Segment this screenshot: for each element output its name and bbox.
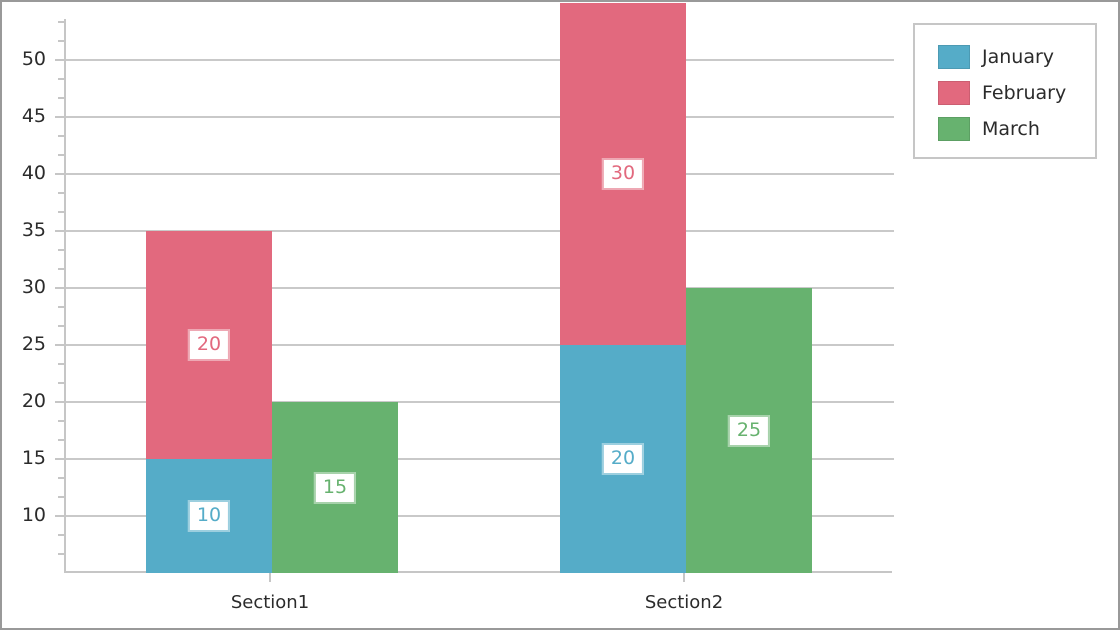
y-axis-tick-minor — [58, 534, 64, 536]
y-axis-tick-minor — [58, 439, 64, 441]
y-axis-tick-major — [55, 173, 64, 176]
legend-item-january[interactable]: January — [938, 43, 1054, 71]
y-axis-tick-minor — [58, 192, 64, 195]
y-axis-tick-major — [55, 59, 64, 62]
y-axis-tick-major — [55, 116, 64, 119]
y-axis-tick-major — [55, 230, 64, 233]
x-axis-tick-label: Section1 — [230, 592, 310, 613]
y-axis-tick-label: 35 — [21, 219, 46, 242]
y-axis-tick-minor — [58, 78, 64, 81]
y-axis-tick-minor — [58, 553, 64, 555]
y-axis-tick-label: 25 — [21, 333, 46, 356]
bar-data-label: 10 — [187, 500, 231, 532]
y-axis-tick-label: 15 — [21, 447, 46, 469]
y-axis-tick-label: 30 — [21, 276, 46, 299]
y-axis-tick-minor — [58, 97, 64, 100]
legend-swatch-icon — [938, 117, 970, 141]
y-axis-tick-label: 45 — [21, 105, 46, 128]
bar-data-label: 20 — [187, 329, 231, 362]
y-axis-tick-minor — [58, 154, 64, 157]
y-axis-tick-label: 40 — [21, 162, 46, 185]
y-axis-tick-minor — [58, 268, 64, 271]
y-axis-tick-label: 20 — [21, 390, 46, 412]
y-axis-tick-minor — [58, 40, 64, 43]
y-axis-tick-major — [55, 344, 64, 347]
y-axis-tick-minor — [58, 249, 64, 252]
legend-item-february[interactable]: February — [938, 79, 1066, 107]
legend-label: March — [982, 117, 1040, 140]
x-axis-tick-label: Section2 — [644, 592, 724, 613]
y-axis-tick-minor — [58, 420, 64, 422]
bar-data-label: 25 — [727, 414, 771, 447]
y-axis-tick-minor — [58, 211, 64, 214]
y-axis-tick-minor — [58, 496, 64, 498]
plot-area: 10 20 15 20 30 25 — [64, 3, 894, 573]
x-axis-tick — [269, 573, 271, 582]
gridline — [66, 173, 894, 176]
y-axis-tick-label: 50 — [21, 48, 46, 71]
gridline — [66, 59, 894, 62]
bar-data-label: 20 — [601, 443, 645, 475]
y-axis-tick-minor — [58, 325, 64, 328]
y-axis-tick-minor — [58, 135, 64, 138]
y-axis-tick-label: 10 — [21, 504, 46, 526]
gridline — [66, 116, 894, 119]
y-axis-tick-minor — [58, 477, 64, 479]
y-axis-tick-major — [55, 515, 64, 517]
y-axis-tick-minor — [58, 363, 64, 365]
legend-item-march[interactable]: March — [938, 115, 1040, 143]
y-axis-tick-minor — [58, 306, 64, 309]
y-axis-tick-major — [55, 401, 64, 403]
chart-container: 10 20 15 20 30 25 50 45 40 35 30 25 20 15 10 Section1… — [0, 0, 1120, 630]
chart-legend[interactable]: January February March — [913, 23, 1097, 159]
y-axis-tick-major — [55, 458, 64, 460]
legend-swatch-icon — [938, 45, 970, 69]
bar-data-label: 15 — [313, 471, 357, 504]
y-axis-tick-minor — [58, 21, 64, 24]
legend-label: January — [982, 45, 1055, 68]
y-axis-tick-minor — [58, 382, 64, 384]
y-axis-tick-major — [55, 287, 64, 290]
legend-label: February — [982, 81, 1067, 104]
bar-data-label: 30 — [601, 158, 645, 191]
legend-swatch-icon — [938, 81, 970, 105]
x-axis-tick — [683, 573, 685, 582]
